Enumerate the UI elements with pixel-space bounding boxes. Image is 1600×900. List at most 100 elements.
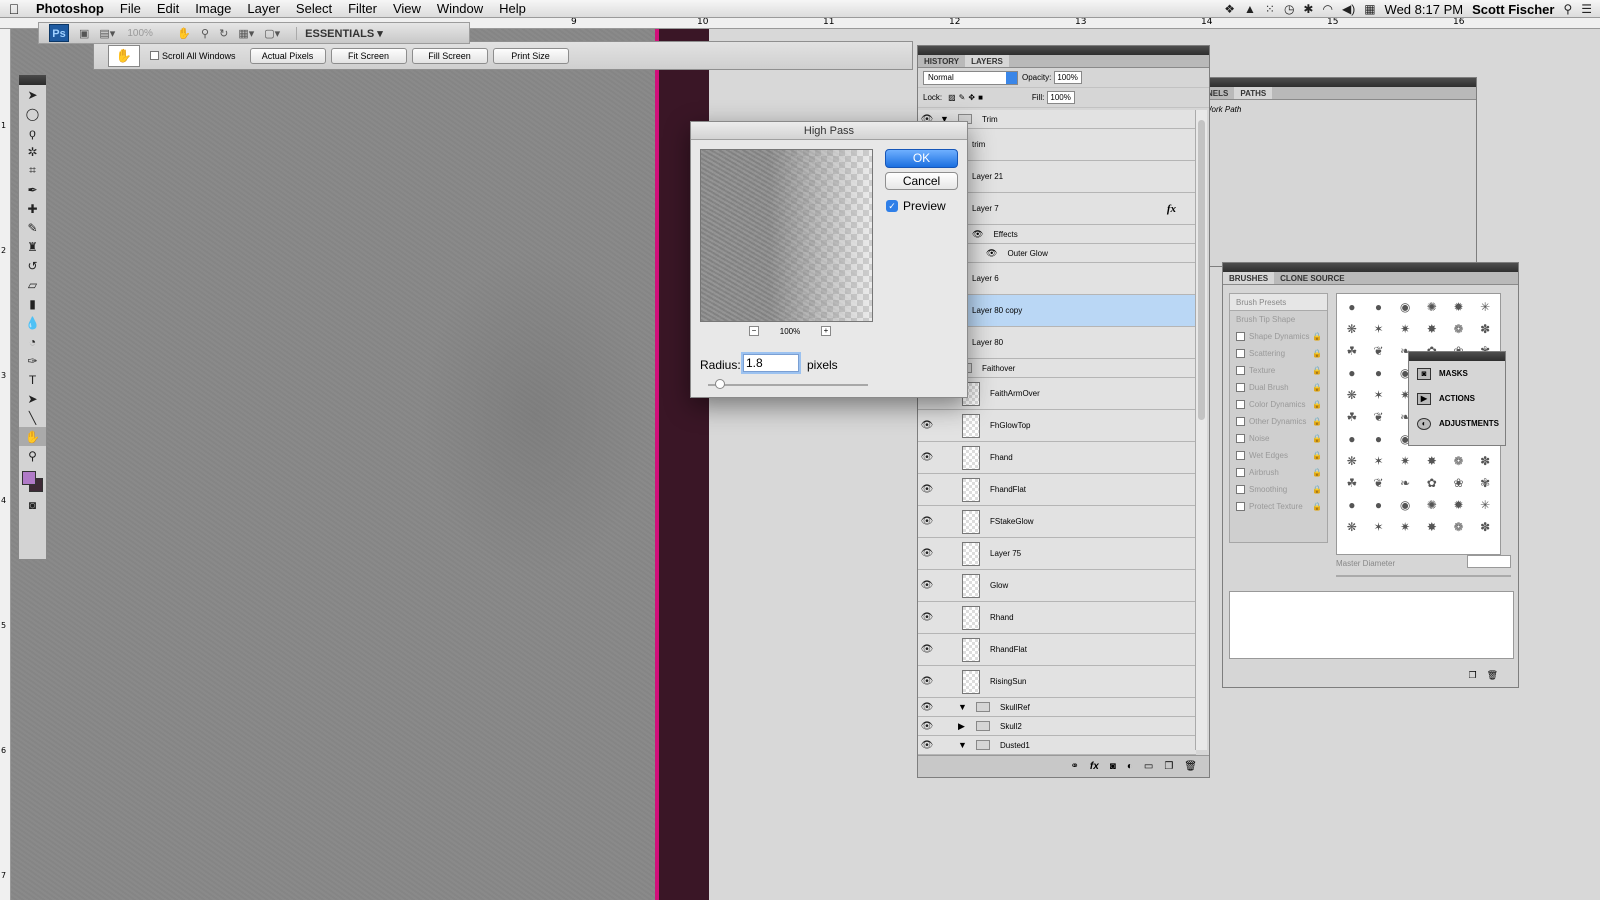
layer-row[interactable]: 👁 FStakeGlow xyxy=(918,506,1196,538)
adjustments-panel-button[interactable]: ◐ ADJUSTMENTS xyxy=(1409,411,1505,436)
layer-row[interactable]: 👁 Fhand xyxy=(918,442,1196,474)
brush-tip-swatch[interactable]: ● xyxy=(1366,428,1392,449)
brush-tip-swatch[interactable]: ✽ xyxy=(1472,318,1498,339)
tools-panel-header[interactable] xyxy=(19,75,46,85)
visibility-eye-icon[interactable]: 👁 xyxy=(918,484,936,495)
preview-checkbox[interactable]: ✓ Preview xyxy=(886,199,946,213)
visibility-eye-icon[interactable]: 👁 xyxy=(918,548,936,559)
layer-row[interactable]: 👁 Layer 75 xyxy=(918,538,1196,570)
dropbox-icon[interactable]: ❖ xyxy=(1224,2,1235,16)
layer-fx-icon[interactable]: fx xyxy=(1167,203,1176,215)
brush-tip-swatch[interactable]: ✳ xyxy=(1472,494,1498,515)
brush-tip-swatch[interactable]: ☘ xyxy=(1339,472,1365,493)
visibility-eye-icon[interactable]: 👁 xyxy=(918,702,936,713)
new-layer-icon[interactable]: ❐ xyxy=(1164,761,1173,772)
brush-tip-swatch[interactable]: ❦ xyxy=(1366,472,1392,493)
brush-tip-swatch[interactable]: ◉ xyxy=(1392,494,1418,515)
bluetooth-icon[interactable]: ✱ xyxy=(1303,2,1313,16)
color-swatches[interactable] xyxy=(19,465,46,495)
visibility-eye-icon[interactable]: 👁 xyxy=(918,612,936,623)
actual-pixels-button[interactable]: Actual Pixels xyxy=(249,47,326,64)
menu-user[interactable]: Scott Fischer xyxy=(1472,2,1554,17)
brush-tip-swatch[interactable]: ❋ xyxy=(1339,384,1365,405)
brush-tip-swatch[interactable]: ✳ xyxy=(1472,296,1498,317)
blend-mode-select[interactable]: Normal xyxy=(923,70,1018,85)
photoshop-logo-icon[interactable]: Ps xyxy=(49,24,69,42)
brush-tip-swatch[interactable]: ✶ xyxy=(1366,384,1392,405)
move-tool-icon[interactable]: ➤ xyxy=(19,85,46,104)
panel-header[interactable] xyxy=(1201,78,1476,87)
radius-slider-knob[interactable] xyxy=(715,379,725,389)
bridge-icon[interactable]: ▣ xyxy=(79,27,89,40)
brush-tip-swatch[interactable]: ☘ xyxy=(1339,406,1365,427)
brush-tip-swatch[interactable]: ● xyxy=(1339,296,1365,317)
dialog-title[interactable]: High Pass xyxy=(691,122,967,140)
menu-window[interactable]: Window xyxy=(429,0,491,18)
brush-tip-swatch[interactable]: ✽ xyxy=(1472,516,1498,537)
layer-row[interactable]: 👁 ▼ Dusted1 xyxy=(918,736,1196,755)
visibility-eye-icon[interactable]: 👁 xyxy=(918,516,936,527)
foreground-color-swatch[interactable] xyxy=(22,471,36,485)
brush-option-checkbox[interactable] xyxy=(1236,366,1245,375)
view-extras-icon[interactable]: ▤▾ xyxy=(99,27,115,40)
lock-icon[interactable]: 🔒 xyxy=(1312,434,1322,443)
line-tool-icon[interactable]: ╲ xyxy=(19,408,46,427)
master-diameter-slider[interactable] xyxy=(1336,575,1511,577)
brush-option-item[interactable]: Other Dynamics 🔒 xyxy=(1230,413,1327,430)
brush-option-item[interactable]: Texture 🔒 xyxy=(1230,362,1327,379)
brush-option-checkbox[interactable] xyxy=(1236,451,1245,460)
brush-tip-swatch[interactable]: ✶ xyxy=(1366,516,1392,537)
lock-icon[interactable]: 🔒 xyxy=(1312,383,1322,392)
delete-brush-icon[interactable]: 🗑 xyxy=(1487,670,1498,681)
brush-option-checkbox[interactable] xyxy=(1236,400,1245,409)
menu-image[interactable]: Image xyxy=(187,0,239,18)
lock-icon[interactable]: 🔒 xyxy=(1312,349,1322,358)
menu-file[interactable]: File xyxy=(112,0,149,18)
apple-menu-icon[interactable]:  xyxy=(0,1,28,17)
menu-edit[interactable]: Edit xyxy=(149,0,187,18)
menu-view[interactable]: View xyxy=(385,0,429,18)
eraser-tool-icon[interactable]: ▱ xyxy=(19,275,46,294)
fill-screen-button[interactable]: Fill Screen xyxy=(411,47,488,64)
link-layers-icon[interactable]: ⚭ xyxy=(1070,761,1078,772)
keyboard-icon[interactable]: ▦ xyxy=(1364,2,1375,16)
lock-icon[interactable]: 🔒 xyxy=(1312,332,1322,341)
work-path-item[interactable]: Work Path xyxy=(1201,100,1476,119)
brush-tip-swatch[interactable]: ✸ xyxy=(1419,516,1445,537)
create-brush-icon[interactable]: ❐ xyxy=(1468,670,1476,681)
disclosure-open-icon[interactable]: ▼ xyxy=(958,740,968,750)
brush-tip-swatch[interactable]: ✶ xyxy=(1366,318,1392,339)
drive-icon[interactable]: ▲ xyxy=(1244,2,1256,16)
time-machine-icon[interactable]: ◷ xyxy=(1284,2,1294,16)
layer-row[interactable]: 👁 ▶ Skull2 xyxy=(918,717,1196,736)
lock-icons[interactable]: ▨✎✥■ xyxy=(948,93,986,102)
brush-tip-swatch[interactable]: ❁ xyxy=(1446,516,1472,537)
brush-tip-swatch[interactable]: ✸ xyxy=(1419,450,1445,471)
menu-layer[interactable]: Layer xyxy=(239,0,288,18)
brush-tip-swatch[interactable]: ❋ xyxy=(1339,516,1365,537)
panel-header[interactable] xyxy=(918,46,1209,55)
layer-row[interactable]: 👁 RisingSun xyxy=(918,666,1196,698)
brush-tip-swatch[interactable]: ✸ xyxy=(1419,318,1445,339)
brush-option-checkbox[interactable] xyxy=(1236,485,1245,494)
brush-option-item[interactable]: Airbrush 🔒 xyxy=(1230,464,1327,481)
panel-header[interactable] xyxy=(1223,263,1518,272)
brush-tip-swatch[interactable]: ✺ xyxy=(1419,296,1445,317)
scroll-all-checkbox[interactable] xyxy=(150,51,159,60)
pen-tool-icon[interactable]: ✑ xyxy=(19,351,46,370)
gradient-tool-icon[interactable]: ▮ xyxy=(19,294,46,313)
lasso-tool-icon[interactable]: ϙ xyxy=(19,123,46,142)
marquee-tool-icon[interactable]: ◯ xyxy=(19,104,46,123)
volume-icon[interactable]: ◀) xyxy=(1342,2,1355,16)
brush-option-item[interactable]: Scattering 🔒 xyxy=(1230,345,1327,362)
history-brush-tool-icon[interactable]: ↺ xyxy=(19,256,46,275)
brush-tip-swatch[interactable]: ✺ xyxy=(1419,494,1445,515)
brush-tip-swatch[interactable]: ❋ xyxy=(1339,318,1365,339)
effect-eye-icon[interactable]: 👁 xyxy=(972,229,983,240)
notification-center-icon[interactable]: ☰ xyxy=(1581,2,1592,16)
brush-option-item[interactable]: Wet Edges 🔒 xyxy=(1230,447,1327,464)
layer-row[interactable]: 👁 Rhand xyxy=(918,602,1196,634)
brush-presets-button[interactable]: Brush Presets xyxy=(1230,294,1327,311)
lock-icon[interactable]: 🔒 xyxy=(1312,366,1322,375)
lock-icon[interactable]: 🔒 xyxy=(1312,468,1322,477)
